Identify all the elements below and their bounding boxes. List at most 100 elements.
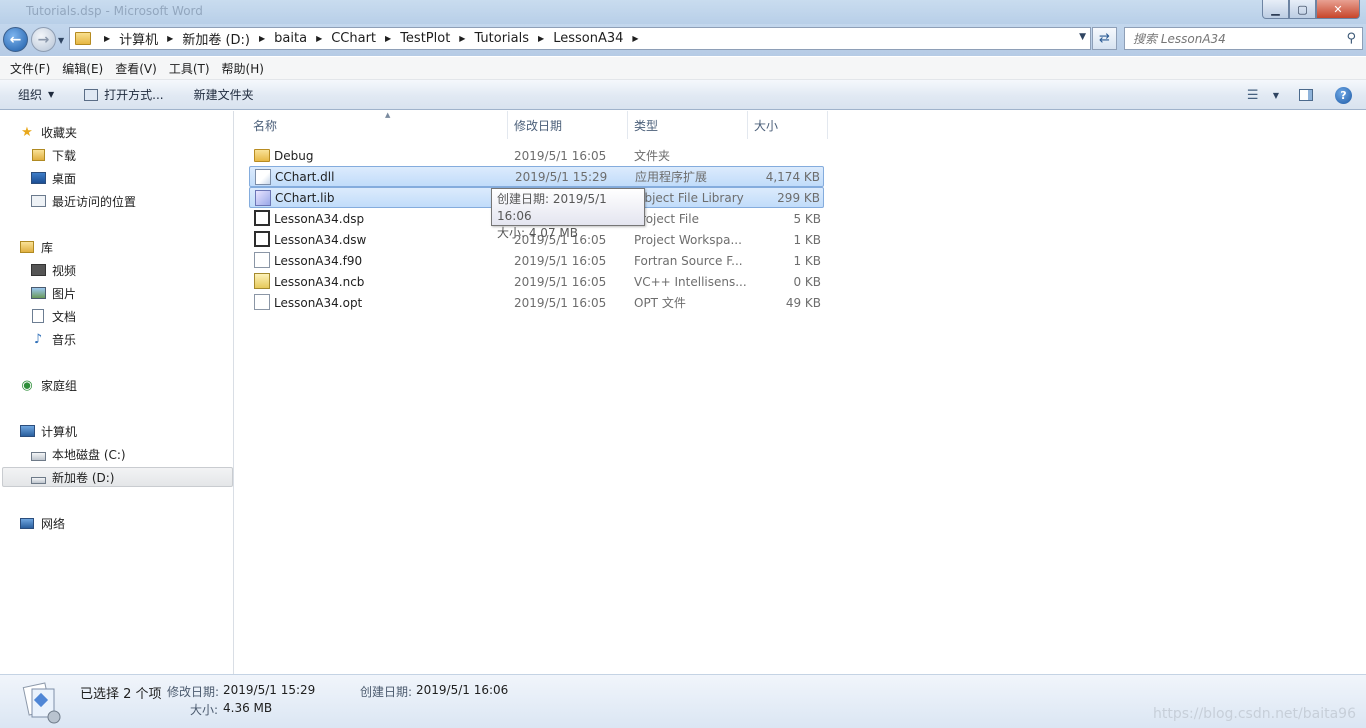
- column-name[interactable]: 名称 ▲: [247, 111, 508, 139]
- breadcrumb-computer[interactable]: 计算机 ▶: [119, 29, 182, 48]
- address-bar[interactable]: ▶ 计算机 ▶ 新加卷 (D:) ▶ baita ▶ CChart ▶ TestPlot…: [69, 27, 1091, 50]
- created-value: 2019/5/1 16:06: [416, 683, 509, 697]
- nav-computer[interactable]: 计算机: [0, 421, 234, 441]
- command-bar: 组织 ▼ 打开方式... 新建文件夹 ☰ ▼ ?: [0, 80, 1366, 110]
- organize-label: 组织: [18, 88, 43, 102]
- modified-label: 修改日期:: [167, 685, 220, 699]
- libraries-icon: [19, 239, 35, 255]
- column-date-label: 修改日期: [514, 118, 563, 133]
- file-size: 1 KB: [793, 253, 821, 268]
- forward-button[interactable]: →: [31, 27, 56, 52]
- nav-favorites-label: 收藏夹: [41, 125, 78, 140]
- column-type[interactable]: 类型: [628, 111, 748, 139]
- file-name: LessonA34.ncb: [274, 274, 365, 289]
- nav-item-label: 最近访问的位置: [52, 194, 137, 209]
- close-button[interactable]: ✕: [1316, 0, 1360, 19]
- nav-item-drive-c[interactable]: 本地磁盘 (C:): [0, 444, 232, 464]
- file-row[interactable]: LessonA34.ncb 2019/5/1 16:05 VC++ Intell…: [249, 271, 824, 292]
- nav-homegroup[interactable]: ◉ 家庭组: [0, 375, 234, 395]
- breadcrumb-lessona34[interactable]: LessonA34 ▶: [553, 31, 647, 46]
- file-name: LessonA34.dsw: [274, 232, 367, 247]
- preview-pane-icon[interactable]: [1299, 89, 1313, 101]
- column-type-label: 类型: [634, 118, 659, 133]
- back-button[interactable]: ←: [3, 27, 28, 52]
- menu-view[interactable]: 查看(V): [109, 60, 163, 77]
- nav-item-videos[interactable]: 视频: [0, 260, 232, 280]
- file-name: LessonA34.opt: [274, 295, 363, 310]
- menu-tools[interactable]: 工具(T): [163, 60, 216, 77]
- menu-help[interactable]: 帮助(H): [216, 60, 270, 77]
- file-date: 2019/5/1 16:05: [514, 274, 607, 289]
- sort-ascending-icon: ▲: [385, 111, 391, 119]
- file-type: Project Workspa...: [634, 232, 742, 247]
- column-name-label: 名称: [253, 118, 278, 133]
- address-dropdown-icon[interactable]: ▼: [1079, 32, 1086, 42]
- menu-edit[interactable]: 编辑(E): [56, 60, 109, 77]
- refresh-button[interactable]: ⇄: [1092, 27, 1117, 50]
- nav-item-music[interactable]: ♪ 音乐: [0, 329, 232, 349]
- nav-item-pictures[interactable]: 图片: [0, 283, 232, 303]
- title-bar: Tutorials.dsp - Microsoft Word ▁ ▢ ✕: [0, 0, 1366, 24]
- open-with-icon: [84, 88, 99, 101]
- nav-computer-label: 计算机: [41, 424, 78, 439]
- nav-libraries[interactable]: 库: [0, 237, 234, 257]
- dll-icon: [255, 169, 271, 185]
- new-folder-button[interactable]: 新建文件夹: [194, 86, 254, 103]
- nav-item-label: 下载: [52, 148, 77, 163]
- menu-file[interactable]: 文件(F): [4, 60, 56, 77]
- file-row[interactable]: CChart.dll 2019/5/1 15:29 应用程序扩展 4,174 K…: [249, 166, 824, 187]
- nav-item-label: 新加卷 (D:): [52, 470, 115, 485]
- network-icon: [19, 515, 35, 531]
- file-size: 4,174 KB: [765, 169, 820, 184]
- column-size[interactable]: 大小: [748, 111, 828, 139]
- size-label: 大小:: [190, 703, 219, 717]
- nav-item-recent-places[interactable]: 最近访问的位置: [0, 191, 232, 211]
- file-row[interactable]: Debug 2019/5/1 16:05 文件夹: [249, 145, 824, 166]
- nav-item-documents[interactable]: 文档: [0, 306, 232, 326]
- homegroup-icon: ◉: [21, 377, 33, 393]
- breadcrumb-testplot[interactable]: TestPlot ▶: [400, 31, 474, 46]
- view-options-icon[interactable]: ☰: [1247, 88, 1263, 103]
- nav-item-downloads[interactable]: 下载: [0, 145, 232, 165]
- nav-favorites[interactable]: ★ 收藏夹: [0, 122, 234, 142]
- file-name: LessonA34.dsp: [274, 211, 365, 226]
- minimize-button[interactable]: ▁: [1262, 0, 1289, 19]
- nav-libraries-label: 库: [41, 240, 54, 255]
- file-row[interactable]: LessonA34.opt 2019/5/1 16:05 OPT 文件 49 K…: [249, 292, 824, 313]
- file-type: OPT 文件: [634, 296, 686, 310]
- file-date: 2019/5/1 16:05: [514, 295, 607, 310]
- search-input[interactable]: [1125, 28, 1325, 49]
- search-box[interactable]: ⚲: [1124, 27, 1363, 50]
- file-date: 2019/5/1 16:05: [514, 148, 607, 163]
- nav-network[interactable]: 网络: [0, 513, 234, 533]
- file-row[interactable]: LessonA34.f90 2019/5/1 16:05 Fortran Sou…: [249, 250, 824, 271]
- breadcrumb-tutorials[interactable]: Tutorials ▶: [474, 31, 553, 46]
- search-icon[interactable]: ⚲: [1346, 31, 1356, 46]
- nav-network-label: 网络: [41, 516, 66, 531]
- history-dropdown-icon[interactable]: ▼: [58, 36, 64, 45]
- nav-item-drive-d[interactable]: 新加卷 (D:): [2, 467, 233, 487]
- column-date[interactable]: 修改日期: [508, 111, 628, 139]
- nav-item-label: 桌面: [52, 171, 77, 186]
- view-controls: ☰ ▼ ?: [1247, 80, 1366, 110]
- downloads-icon: [30, 147, 46, 163]
- workspace-icon: [254, 231, 270, 247]
- file-name: Debug: [274, 148, 314, 163]
- view-dropdown-icon[interactable]: ▼: [1273, 91, 1279, 100]
- window-title: Tutorials.dsp - Microsoft Word: [26, 4, 203, 18]
- nav-item-desktop[interactable]: 桌面: [0, 168, 232, 188]
- breadcrumb-baita[interactable]: baita ▶: [274, 31, 331, 46]
- file-name: LessonA34.f90: [274, 253, 363, 268]
- lib-icon: [255, 190, 271, 206]
- maximize-button[interactable]: ▢: [1289, 0, 1316, 19]
- open-with-button[interactable]: 打开方式...: [84, 86, 164, 103]
- multiple-files-icon: [22, 682, 61, 724]
- address-row: ← → ▼ ▶ 计算机 ▶ 新加卷 (D:) ▶ baita ▶ CChart ▶ Te…: [0, 24, 1366, 56]
- star-icon: ★: [21, 124, 33, 140]
- fortran-icon: [254, 252, 270, 268]
- breadcrumb-drive-d[interactable]: 新加卷 (D:) ▶: [182, 29, 274, 48]
- breadcrumb-root-arrow[interactable]: ▶: [95, 34, 119, 43]
- organize-button[interactable]: 组织 ▼: [18, 86, 54, 103]
- breadcrumb-cchart[interactable]: CChart ▶: [331, 31, 400, 46]
- help-icon[interactable]: ?: [1335, 86, 1352, 104]
